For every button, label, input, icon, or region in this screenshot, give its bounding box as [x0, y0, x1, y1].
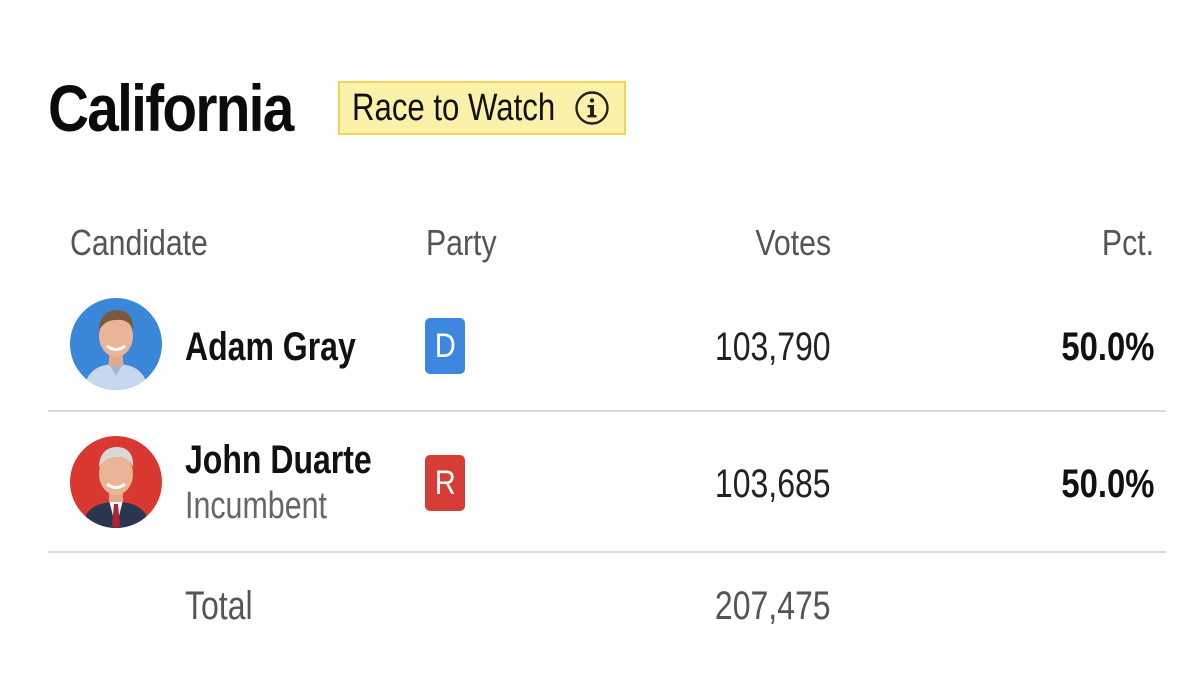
party-badge-democrat: D — [425, 318, 465, 374]
portrait-photo-icon — [70, 436, 162, 528]
total-votes: 207,475 — [715, 584, 831, 628]
race-header: California Race to Watch — [48, 68, 626, 148]
column-header-party: Party — [426, 222, 497, 263]
race-to-watch-label: Race to Watch — [352, 86, 556, 129]
total-row: Total 207,475 — [48, 560, 1166, 660]
candidate-name: Adam Gray — [185, 325, 356, 369]
column-header-candidate: Candidate — [70, 222, 208, 263]
candidate-avatar — [70, 436, 162, 528]
election-results-card: California Race to Watch Candidate Party… — [0, 0, 1200, 684]
candidate-pct: 50.0% — [1060, 462, 1154, 506]
candidate-row: Adam Gray D 103,790 50.0% — [48, 294, 1166, 410]
row-divider — [48, 551, 1166, 553]
column-header-pct: Pct. — [1101, 222, 1154, 263]
info-icon[interactable] — [574, 90, 610, 126]
candidate-avatar — [70, 298, 162, 390]
candidate-pct: 50.0% — [1060, 325, 1154, 369]
incumbent-label: Incumbent — [185, 485, 327, 527]
candidate-row: John Duarte Incumbent R 103,685 50.0% — [48, 412, 1166, 550]
candidate-votes: 103,790 — [715, 325, 831, 369]
candidate-name: John Duarte — [185, 438, 372, 482]
total-label: Total — [185, 584, 253, 628]
column-header-votes: Votes — [755, 222, 831, 263]
candidate-votes: 103,685 — [715, 462, 831, 506]
race-to-watch-badge[interactable]: Race to Watch — [338, 81, 626, 135]
party-badge-republican: R — [425, 455, 465, 511]
portrait-photo-icon — [70, 298, 162, 390]
state-title: California — [48, 71, 294, 145]
